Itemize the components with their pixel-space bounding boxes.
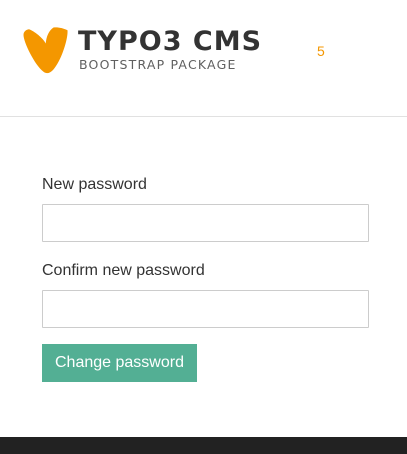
site-footer bbox=[0, 437, 407, 454]
counter-badge[interactable]: 5 bbox=[317, 43, 325, 59]
new-password-group: New password bbox=[42, 175, 369, 242]
site-logo[interactable]: TYPO3 CMS BOOTSTRAP PACKAGE bbox=[22, 26, 261, 76]
logo-subtitle: BOOTSTRAP PACKAGE bbox=[79, 57, 237, 72]
change-password-button[interactable]: Change password bbox=[42, 344, 197, 382]
typo3-logo-icon bbox=[23, 27, 68, 74]
change-password-form: New password Confirm new password Change… bbox=[42, 175, 369, 382]
confirm-password-group: Confirm new password bbox=[42, 261, 369, 328]
new-password-label: New password bbox=[42, 176, 147, 193]
confirm-password-label: Confirm new password bbox=[42, 262, 205, 279]
site-header: TYPO3 CMS BOOTSTRAP PACKAGE 5 bbox=[0, 0, 407, 117]
logo-title: TYPO3 CMS bbox=[78, 26, 263, 57]
new-password-input[interactable] bbox=[42, 204, 369, 242]
confirm-password-input[interactable] bbox=[42, 290, 369, 328]
